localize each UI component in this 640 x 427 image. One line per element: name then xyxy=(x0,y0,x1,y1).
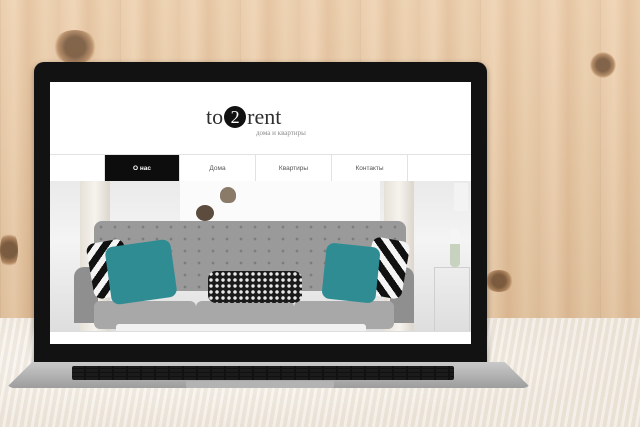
main-nav: О нас Дома Квартиры Контакты xyxy=(50,154,471,182)
pillow-teal-right xyxy=(321,242,381,304)
hero-cat xyxy=(220,187,236,203)
wood-knot xyxy=(484,270,514,292)
site-tagline: дома и квартиры xyxy=(256,129,306,137)
laptop-keyboard xyxy=(72,366,454,380)
wood-knot xyxy=(52,30,98,64)
wood-knot xyxy=(0,230,18,270)
coffee-table xyxy=(116,324,366,331)
nav-item-houses[interactable]: Дома xyxy=(180,155,256,181)
nav-item-contacts[interactable]: Контакты xyxy=(332,155,408,181)
nav-item-about[interactable]: О нас xyxy=(105,155,180,181)
site-header: to 2 rent дома и квартиры xyxy=(50,82,471,153)
pillow-teal-left xyxy=(104,238,178,306)
laptop-trackpad[interactable] xyxy=(186,381,334,388)
logo-text-left: to xyxy=(206,104,224,129)
logo-text-right: rent xyxy=(247,104,282,129)
hero-flower-vase xyxy=(450,229,460,267)
laptop-screen: to 2 rent дома и квартиры О нас Дома Ква… xyxy=(50,82,471,344)
logo-circle-icon: 2 xyxy=(224,106,247,128)
pillow-patterned-center xyxy=(208,271,302,303)
nav-spacer-left xyxy=(50,155,105,181)
wood-knot xyxy=(590,52,616,78)
nav-spacer-right xyxy=(408,155,471,181)
site-logo[interactable]: to 2 rent xyxy=(206,104,281,130)
hero-cat-2 xyxy=(196,205,214,221)
hero-side-table xyxy=(434,267,470,331)
nav-item-apartments[interactable]: Квартиры xyxy=(256,155,332,181)
site-footer-strip xyxy=(50,331,471,344)
hero-lamp xyxy=(454,183,468,211)
hero-image-living-room xyxy=(50,181,471,331)
